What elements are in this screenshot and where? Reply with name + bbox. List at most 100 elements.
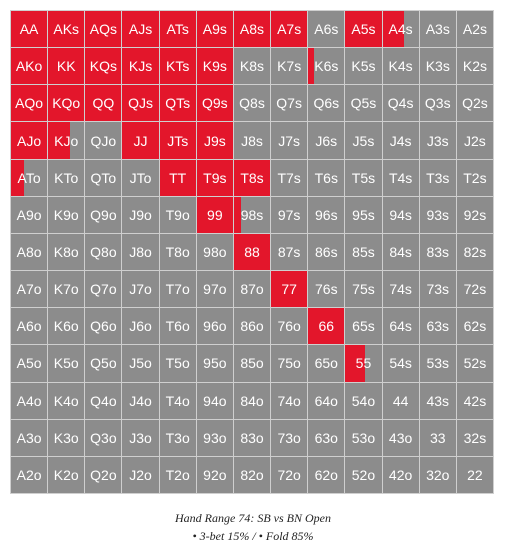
hand-label: 63o: [314, 429, 338, 446]
hand-cell: Q7o: [85, 271, 122, 308]
hand-label: 65o: [314, 355, 338, 372]
hand-label: 95s: [352, 206, 375, 223]
hand-cell: 98o: [196, 233, 233, 271]
hand-label: 42s: [463, 392, 487, 409]
hand-label: K2s: [462, 58, 487, 75]
hand-cell: T9o: [159, 196, 196, 233]
hand-label: 97o: [203, 281, 227, 298]
hand-label: 92o: [203, 466, 227, 483]
hand-label: A7o: [16, 281, 42, 298]
hand-label: T9o: [165, 206, 190, 223]
hand-cell: J6o: [122, 308, 159, 345]
hand-label: A6s: [314, 21, 339, 38]
hand-cell: K8o: [48, 233, 85, 271]
hand-cell: A6s: [308, 11, 345, 48]
hand-cell: 94o: [196, 382, 233, 419]
hand-label: T4o: [165, 392, 190, 409]
hand-label: 44: [392, 392, 409, 409]
hand-cell: J5o: [122, 345, 159, 382]
hand-label: 63s: [426, 318, 450, 335]
hand-cell: 54s: [382, 345, 419, 382]
hand-label: A4o: [16, 392, 42, 409]
hand-label: Q9o: [90, 206, 117, 223]
hand-label: Q7o: [90, 281, 117, 298]
hand-label: 83s: [426, 243, 450, 260]
hand-label: 73o: [277, 429, 301, 446]
hand-label: 54o: [351, 392, 376, 409]
hand-cell: AQs: [85, 11, 122, 48]
hand-label: 64o: [314, 392, 338, 409]
hand-label: Q4s: [387, 95, 414, 112]
hand-cell: Q2o: [85, 456, 122, 493]
hand-cell: A5o: [11, 345, 48, 382]
hand-label: 77: [281, 281, 297, 298]
range-caption-title: Hand Range 74: SB vs BN Open: [175, 511, 331, 525]
hand-label: 98o: [203, 243, 227, 260]
hand-cell: ATs: [159, 11, 196, 48]
hand-cell: 92s: [456, 196, 493, 233]
hand-label: J7s: [278, 132, 301, 149]
hand-label: QQ: [92, 95, 115, 112]
hand-label: J2o: [129, 466, 152, 483]
hand-label: K6s: [314, 58, 339, 75]
hand-label: 97s: [277, 206, 301, 223]
hand-label: 99: [207, 206, 223, 223]
hand-cell: Q3o: [85, 419, 122, 456]
hand-cell: AJs: [122, 11, 159, 48]
hand-label: K5s: [351, 58, 376, 75]
hand-cell: Q9o: [85, 196, 122, 233]
hand-label: J3s: [426, 132, 449, 149]
hand-label: KQs: [89, 58, 117, 75]
hand-label: 74s: [389, 281, 412, 298]
hand-label: A4s: [388, 21, 413, 38]
hand-label: T3o: [165, 429, 190, 446]
hand-label: AJs: [128, 21, 153, 38]
hand-cell: 83o: [233, 419, 271, 456]
hand-label: KQo: [52, 95, 81, 112]
hand-label: 53o: [351, 429, 376, 446]
hand-cell: Q8o: [85, 233, 122, 271]
hand-cell: JJ: [122, 122, 159, 159]
hand-cell: 54o: [345, 382, 382, 419]
hand-label: J2s: [464, 132, 486, 149]
hand-label: 75o: [277, 355, 301, 372]
hand-cell: K9o: [48, 196, 85, 233]
hand-label: T8o: [165, 243, 190, 260]
hand-cell: T2s: [456, 159, 493, 196]
hand-label: T8s: [240, 169, 264, 186]
hand-label: 83o: [240, 429, 264, 446]
hand-cell: A9o: [11, 196, 48, 233]
hand-label: 74o: [277, 392, 301, 409]
hand-label: 43o: [388, 429, 413, 446]
hand-cell: T5o: [159, 345, 196, 382]
hand-label: ATo: [17, 169, 41, 186]
hand-cell: 94s: [382, 196, 419, 233]
hand-label: 84o: [240, 392, 264, 409]
hand-cell: 85o: [233, 345, 271, 382]
hand-cell: 62s: [456, 308, 493, 345]
hand-label: 72o: [277, 466, 301, 483]
hand-cell: J3o: [122, 419, 159, 456]
hand-label: AQo: [15, 95, 44, 112]
hand-cell: 72o: [271, 456, 308, 493]
hand-cell: 93o: [196, 419, 233, 456]
hand-cell: 64o: [308, 382, 345, 419]
hand-cell: 43s: [419, 382, 456, 419]
hand-cell: Q4o: [85, 382, 122, 419]
hand-label: A3o: [16, 429, 42, 446]
hand-label: J4s: [389, 132, 412, 149]
hand-cell: 82s: [456, 233, 493, 271]
hand-label: 93s: [426, 206, 450, 223]
hand-cell: A3o: [11, 419, 48, 456]
hand-cell: K4o: [48, 382, 85, 419]
hand-cell: A8o: [11, 233, 48, 271]
hand-cell: K8s: [233, 48, 271, 85]
hand-cell: K5s: [345, 48, 382, 85]
hand-cell: A2s: [456, 11, 493, 48]
hand-label: J4o: [129, 392, 152, 409]
hand-cell: T7s: [271, 159, 308, 196]
hand-label: Q7s: [276, 95, 302, 112]
hand-label: JTo: [129, 169, 152, 186]
hand-cell: A4o: [11, 382, 48, 419]
hand-cell: Q7s: [271, 85, 308, 122]
